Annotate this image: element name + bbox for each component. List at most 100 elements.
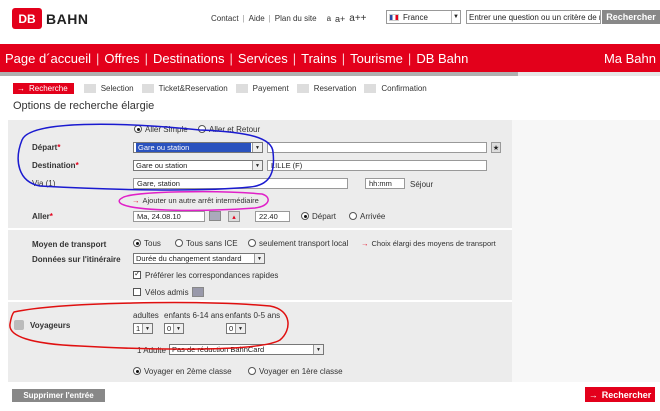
add-stop-link[interactable]: → Ajouter un autre arrêt intermédiaire — [132, 196, 259, 205]
select-value: 0 — [167, 324, 172, 333]
time-stepper-icon[interactable]: ▴ — [228, 211, 240, 222]
chevron-down-icon: ▼ — [252, 143, 262, 152]
destination-input[interactable]: LILLE (F) — [267, 160, 487, 171]
step-selection: Selection — [83, 84, 134, 93]
change-duration-select[interactable]: Durée du changement standard ▼ — [133, 253, 265, 264]
link-text: Ajouter un autre arrêt intermédiaire — [142, 196, 259, 205]
class-1-option[interactable]: Voyager en 1ère classe — [248, 367, 343, 376]
clear-button[interactable]: Supprimer l'entrée — [12, 389, 105, 402]
chevron-down-icon: ▼ — [451, 11, 460, 23]
step-box — [83, 84, 96, 93]
nav-separator: | — [229, 50, 233, 66]
depart-type-select[interactable]: Gare ou station ▼ — [133, 142, 263, 153]
step-label: Confirmation — [381, 84, 427, 93]
trip-simple-option[interactable]: Aller Simple — [134, 125, 188, 134]
step-ticket: Ticket&Reservation — [141, 84, 228, 93]
step-search: → Recherche — [13, 83, 74, 94]
nav-separator: | — [96, 50, 100, 66]
chevron-down-icon: ▼ — [313, 345, 323, 354]
select-value: Gare ou station — [136, 161, 188, 170]
nav-separator: | — [407, 50, 412, 66]
site-search-button[interactable]: Rechercher — [602, 10, 660, 24]
time-input[interactable]: 22.40 — [255, 211, 290, 222]
font-size-small[interactable]: a — [327, 14, 331, 23]
calendar-icon[interactable] — [209, 211, 221, 221]
children-6-14-select[interactable]: 0 ▼ — [164, 323, 184, 334]
nav-separator: | — [144, 50, 148, 66]
font-size-large[interactable]: a++ — [349, 13, 366, 24]
via-label: Via (1) — [32, 179, 56, 188]
radio-icon — [248, 239, 256, 247]
trip-return-option[interactable]: Aller et Retour — [198, 125, 260, 134]
adults-select[interactable]: 1 ▼ — [133, 323, 153, 334]
select-value: Pas de réduction BahnCard — [172, 345, 265, 354]
transport-all-option[interactable]: Tous — [133, 239, 161, 248]
step-label: Ticket&Reservation — [158, 84, 228, 93]
nav-tourism[interactable]: Tourisme — [345, 51, 408, 66]
option-label: Préférer les correspondances rapides — [145, 271, 279, 280]
bahncard-select[interactable]: Pas de réduction BahnCard ▼ — [169, 344, 324, 355]
transport-more-link[interactable]: → Choix élargi des moyens de transport — [361, 239, 496, 248]
step-box — [141, 84, 154, 93]
radio-icon — [248, 367, 256, 375]
nav-separator: | — [292, 50, 297, 66]
children-0-5-select[interactable]: 0 ▼ — [226, 323, 246, 334]
arrow-right-icon: → — [588, 389, 598, 400]
nav-trains[interactable]: Trains — [296, 51, 342, 66]
nav-my-bahn[interactable]: Ma Bahn — [604, 51, 656, 66]
chevron-down-icon: ▼ — [254, 254, 264, 263]
nav-destinations[interactable]: Destinations — [148, 51, 230, 66]
button-label: Rechercher — [601, 389, 652, 400]
children-0-5-label: enfants 0-5 ans — [225, 311, 281, 320]
depart-input[interactable] — [267, 142, 487, 153]
option-label: Aller Simple — [145, 125, 188, 134]
nav-db-bahn[interactable]: DB Bahn — [411, 51, 473, 66]
radio-icon — [349, 212, 357, 220]
chevron-down-icon: ▼ — [142, 324, 152, 333]
favorite-star-icon[interactable]: ★ — [491, 142, 501, 153]
help-link[interactable]: Aide — [249, 14, 265, 23]
step-box — [296, 84, 309, 93]
option-label: Vélos admis — [145, 288, 189, 297]
via-stay-label: Séjour — [410, 180, 434, 189]
contact-link[interactable]: Contact — [211, 14, 239, 23]
label-text: Départ — [32, 143, 58, 152]
top-links: Contact | Aide | Plan du site a a+ a++ — [211, 13, 367, 24]
main-nav: Page d´accueil | Offres | Destinations | Se… — [0, 44, 660, 72]
transport-label: Moyen de transport — [32, 240, 107, 249]
date-input[interactable]: Ma, 24.08.10 — [133, 211, 205, 222]
via-input[interactable]: Gare, station — [133, 178, 348, 189]
transport-local-option[interactable]: seulement transport local — [248, 239, 348, 248]
nav-offers[interactable]: Offres — [99, 51, 144, 66]
option-label: Voyager en 1ère classe — [259, 367, 343, 376]
sitemap-link[interactable]: Plan du site — [275, 14, 317, 23]
language-select[interactable]: France ▼ — [386, 10, 461, 24]
nav-home[interactable]: Page d´accueil — [0, 51, 96, 66]
class-2-option[interactable]: Voyager en 2ème classe — [133, 367, 232, 376]
site-search-input[interactable]: Entrer une question ou un critère de re — [466, 10, 601, 24]
checkbox-icon — [133, 269, 141, 279]
required-mark: * — [75, 161, 79, 170]
db-logo[interactable]: DB BAHN — [12, 8, 88, 29]
user-icon — [14, 320, 24, 330]
font-size-medium[interactable]: a+ — [335, 14, 345, 24]
adults-label: adultes — [133, 311, 159, 320]
nav-separator: | — [341, 50, 346, 66]
destination-type-select[interactable]: Gare ou station ▼ — [133, 160, 263, 171]
departure-option[interactable]: Départ — [301, 212, 336, 221]
fast-connections-checkbox[interactable]: Préférer les correspondances rapides — [133, 269, 279, 280]
via-time-input[interactable]: hh:mm — [365, 178, 405, 189]
db-logo-text: BAHN — [46, 10, 89, 27]
step-label: Reservation — [313, 84, 357, 93]
search-button[interactable]: → Rechercher — [585, 387, 655, 402]
checkbox-icon — [133, 288, 141, 296]
option-label: Voyager en 2ème classe — [144, 367, 232, 376]
required-mark: * — [49, 212, 53, 221]
step-label: Payement — [252, 84, 289, 93]
nav-services[interactable]: Services — [233, 51, 293, 66]
bikes-checkbox[interactable]: Vélos admis — [133, 288, 189, 297]
arrow-right-icon: → — [17, 84, 25, 93]
transport-no-ice-option[interactable]: Tous sans ICE — [175, 239, 238, 248]
chevron-down-icon: ▼ — [252, 161, 262, 170]
arrival-option[interactable]: Arrivée — [349, 212, 385, 221]
